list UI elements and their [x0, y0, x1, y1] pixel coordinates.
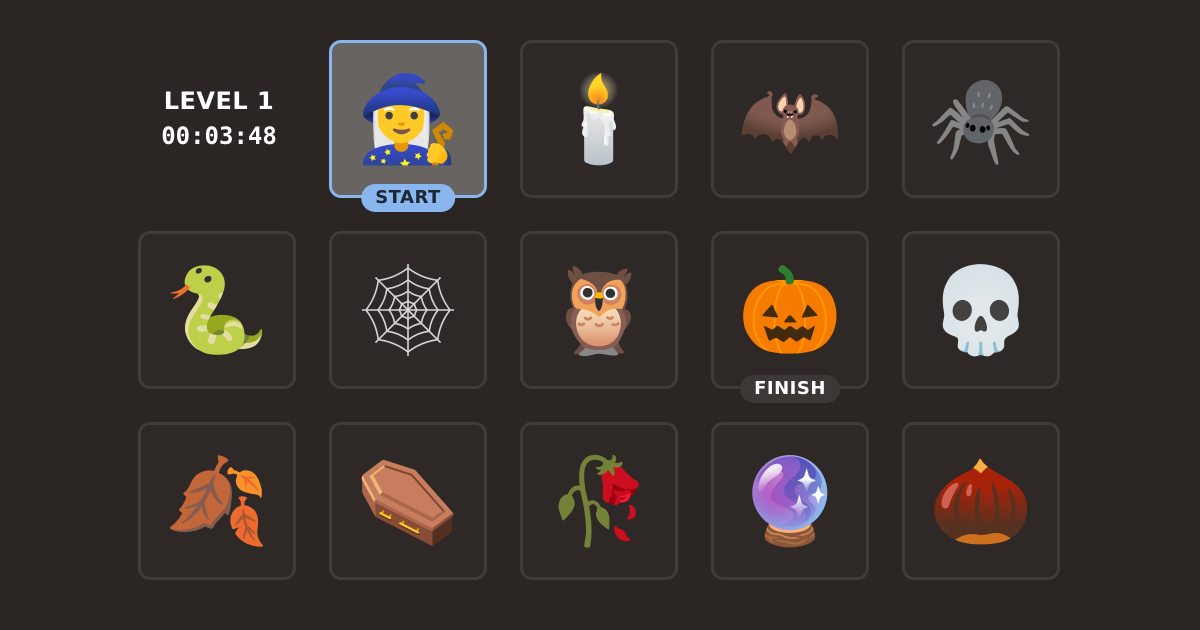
mage-icon: 🧙‍♀️ [355, 70, 461, 168]
board-tile-snake[interactable]: 🐍 [138, 231, 296, 389]
game-hud: LEVEL 1 00:03:48 [138, 86, 300, 152]
spider-web-icon [332, 234, 484, 386]
board-tile-owl[interactable]: 🦉 [520, 231, 678, 389]
spider-icon: 🕷️ [928, 70, 1034, 168]
game-timer: 00:03:48 [161, 122, 277, 150]
start-badge: START [361, 184, 455, 212]
board-tile-spider[interactable]: 🕷️ [902, 40, 1060, 198]
skull-icon: 💀 [928, 261, 1034, 359]
jack-o-lantern-icon: 🎃 [737, 261, 843, 359]
fallen-leaf-icon: 🍂 [164, 452, 270, 550]
board-tile-jack-o-lantern[interactable]: 🎃 FINISH [711, 231, 869, 403]
board-tile-bat[interactable]: 🦇 [711, 40, 869, 198]
board-tile-skull[interactable]: 💀 [902, 231, 1060, 389]
candle-icon: 🕯️ [546, 70, 652, 168]
board-tile-coffin[interactable]: ⚰️ [329, 422, 487, 580]
finish-badge: FINISH [740, 375, 840, 403]
board-tile-chestnut[interactable]: 🌰 [902, 422, 1060, 580]
board-tile-wilted-flower[interactable]: 🥀 [520, 422, 678, 580]
board-tile-spider-web[interactable] [329, 231, 487, 389]
level-label: LEVEL 1 [163, 87, 275, 115]
wilted-flower-icon: 🥀 [546, 452, 652, 550]
bat-icon: 🦇 [737, 70, 843, 168]
owl-icon: 🦉 [546, 261, 652, 359]
coffin-icon: ⚰️ [355, 452, 461, 550]
board-tile-mage[interactable]: 🧙‍♀️ START [329, 40, 487, 212]
crystal-ball-icon: 🔮 [737, 452, 843, 550]
board-tile-crystal-ball[interactable]: 🔮 [711, 422, 869, 580]
snake-icon: 🐍 [164, 261, 270, 359]
board-tile-fallen-leaf[interactable]: 🍂 [138, 422, 296, 580]
board-tile-candle[interactable]: 🕯️ [520, 40, 678, 198]
chestnut-icon: 🌰 [928, 452, 1034, 550]
